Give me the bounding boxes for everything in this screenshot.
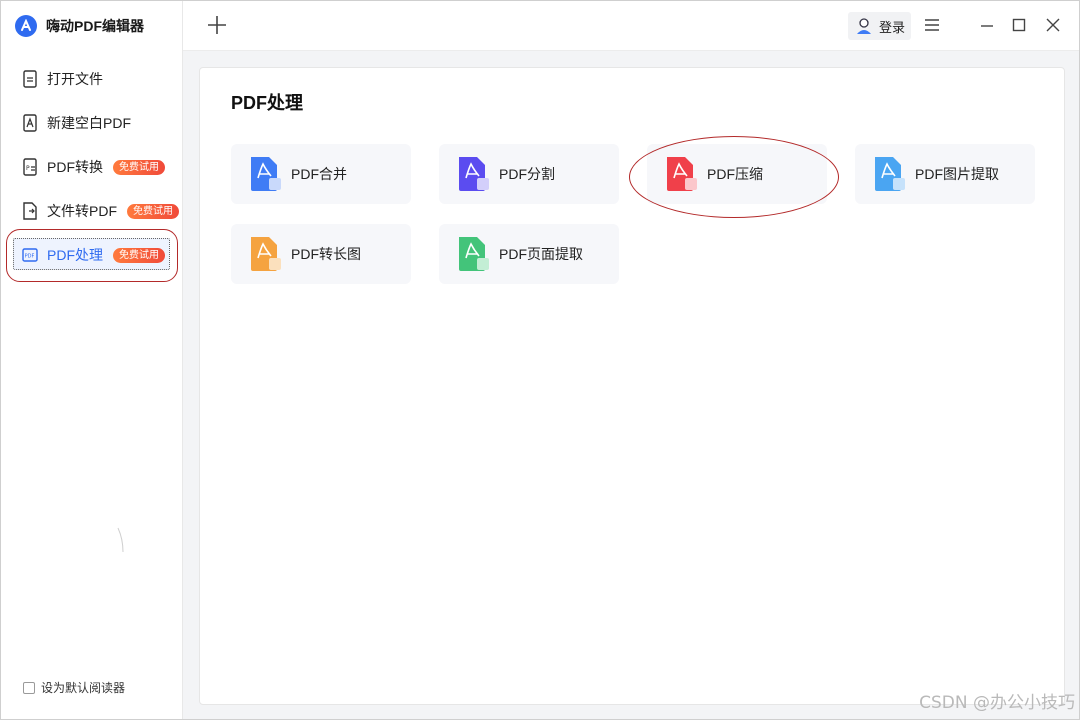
sidebar-item-file-to-pdf[interactable]: 文件转PDF 免费试用 (1, 189, 183, 233)
tool-pdf-compress[interactable]: PDF压缩 (647, 144, 827, 204)
sidebar: 嗨动PDF编辑器 打开文件 新建空白PDF P PDF转换 免费试用 文件转PD… (1, 1, 183, 719)
app-window: 嗨动PDF编辑器 打开文件 新建空白PDF P PDF转换 免费试用 文件转PD… (0, 0, 1080, 720)
svg-text:PDF: PDF (25, 254, 35, 260)
brand: 嗨动PDF编辑器 (15, 13, 144, 39)
sidebar-item-label: 文件转PDF (47, 203, 117, 219)
sidebar-item-pdf-process[interactable]: PDF PDF处理 免费试用 (1, 233, 183, 277)
pdf-long-image-icon (251, 237, 281, 271)
hamburger-icon (925, 19, 939, 31)
sidebar-nav: 打开文件 新建空白PDF P PDF转换 免费试用 文件转PDF 免费试用 PD… (1, 57, 183, 277)
app-title: 嗨动PDF编辑器 (46, 18, 144, 34)
pdf-process-icon: PDF (21, 246, 39, 264)
minimize-icon (981, 25, 993, 27)
app-logo-icon (15, 15, 37, 37)
free-trial-badge: 免费试用 (113, 159, 165, 175)
login-button[interactable]: 登录 (848, 12, 911, 40)
tool-label: PDF页面提取 (499, 246, 583, 262)
sidebar-item-label: 新建空白PDF (47, 115, 131, 131)
plus-icon (208, 16, 226, 34)
maximize-button[interactable] (1009, 15, 1029, 35)
pdf-file-icon (21, 114, 39, 132)
sidebar-item-label: PDF处理 (47, 247, 103, 263)
close-icon (1046, 18, 1060, 32)
pdf-compress-icon (667, 157, 697, 191)
tool-label: PDF压缩 (707, 166, 763, 182)
tool-pdf-to-long-image[interactable]: PDF转长图 (231, 224, 411, 284)
sidebar-item-new-blank-pdf[interactable]: 新建空白PDF (1, 101, 183, 145)
stray-mark (117, 527, 124, 553)
page-title: PDF处理 (231, 93, 303, 113)
minimize-button[interactable] (977, 15, 997, 35)
maximize-icon (1012, 18, 1026, 32)
pdf-merge-icon (251, 157, 281, 191)
pdf-convert-icon: P (21, 158, 39, 176)
default-reader-option[interactable]: 设为默认阅读器 (23, 679, 125, 696)
watermark: CSDN @办公小技巧 (919, 693, 1075, 713)
tool-label: PDF图片提取 (915, 166, 999, 182)
tool-pdf-split[interactable]: PDF分割 (439, 144, 619, 204)
default-reader-checkbox[interactable] (23, 681, 35, 694)
tool-pdf-page-extract[interactable]: PDF页面提取 (439, 224, 619, 284)
free-trial-badge: 免费试用 (113, 247, 165, 263)
menu-button[interactable] (922, 15, 942, 35)
sidebar-item-pdf-convert[interactable]: P PDF转换 免费试用 (1, 145, 183, 189)
file-to-pdf-icon (21, 202, 39, 220)
sidebar-item-label: PDF转换 (47, 159, 103, 175)
user-avatar-icon (857, 18, 871, 34)
top-bar: 登录 (183, 1, 1079, 51)
free-trial-badge: 免费试用 (127, 203, 179, 219)
pdf-image-extract-icon (875, 157, 905, 191)
pdf-page-extract-icon (459, 237, 489, 271)
file-icon (21, 70, 39, 88)
login-label: 登录 (879, 19, 906, 35)
tool-label: PDF合并 (291, 166, 347, 182)
sidebar-item-label: 打开文件 (47, 71, 103, 87)
default-reader-label: 设为默认阅读器 (41, 681, 126, 695)
close-button[interactable] (1043, 15, 1063, 35)
add-tab-button[interactable] (205, 13, 229, 37)
tool-pdf-merge[interactable]: PDF合并 (231, 144, 411, 204)
svg-text:P: P (26, 165, 30, 172)
pdf-split-icon (459, 157, 489, 191)
tool-pdf-image-extract[interactable]: PDF图片提取 (855, 144, 1035, 204)
tool-label: PDF分割 (499, 166, 555, 182)
sidebar-item-open-file[interactable]: 打开文件 (1, 57, 183, 101)
tool-label: PDF转长图 (291, 246, 361, 262)
